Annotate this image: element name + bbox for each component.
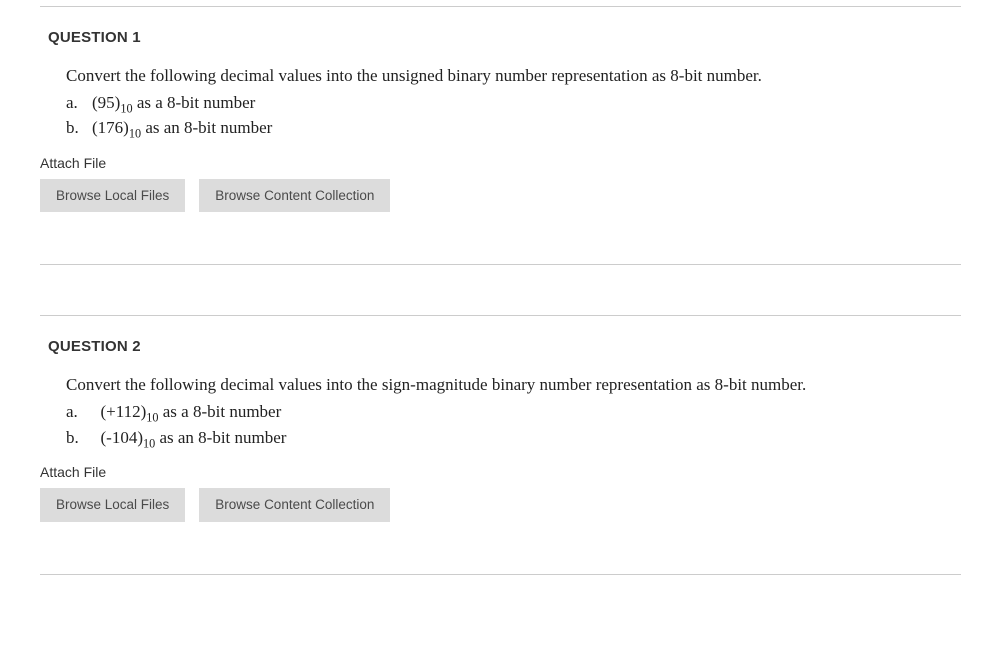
browse-local-files-button[interactable]: Browse Local Files [40, 488, 185, 522]
list-item: b. (176)10 as an 8-bit number [66, 116, 981, 141]
list-content: (176)10 as an 8-bit number [92, 116, 981, 141]
list-content: (-104)10 as an 8-bit number [92, 426, 981, 451]
question-title: QUESTION 1 [48, 29, 981, 46]
divider [40, 264, 961, 265]
question-title: QUESTION 2 [48, 338, 981, 355]
list-content: (95)10 as a 8-bit number [92, 91, 981, 116]
divider [40, 315, 961, 316]
divider [40, 6, 961, 7]
browse-content-collection-button[interactable]: Browse Content Collection [199, 179, 390, 213]
question-block-1: QUESTION 1 Convert the following decimal… [0, 6, 981, 315]
question-prompt: Convert the following decimal values int… [66, 64, 981, 89]
attach-file-label: Attach File [40, 155, 981, 171]
list-item: b. (-104)10 as an 8-bit number [66, 426, 981, 451]
list-marker: a. [66, 400, 92, 425]
question-body: Convert the following decimal values int… [66, 373, 981, 450]
browse-content-collection-button[interactable]: Browse Content Collection [199, 488, 390, 522]
question-body: Convert the following decimal values int… [66, 64, 981, 141]
list-content: (+112)10 as a 8-bit number [92, 400, 981, 425]
browse-local-files-button[interactable]: Browse Local Files [40, 179, 185, 213]
list-item: a. (+112)10 as a 8-bit number [66, 400, 981, 425]
divider [40, 574, 961, 575]
question-block-2: QUESTION 2 Convert the following decimal… [0, 315, 981, 624]
list-marker: a. [66, 91, 92, 116]
list-marker: b. [66, 116, 92, 141]
attach-button-row: Browse Local Files Browse Content Collec… [40, 179, 981, 213]
list-marker: b. [66, 426, 92, 451]
attach-file-label: Attach File [40, 464, 981, 480]
question-prompt: Convert the following decimal values int… [66, 373, 981, 398]
list-item: a. (95)10 as a 8-bit number [66, 91, 981, 116]
attach-button-row: Browse Local Files Browse Content Collec… [40, 488, 981, 522]
